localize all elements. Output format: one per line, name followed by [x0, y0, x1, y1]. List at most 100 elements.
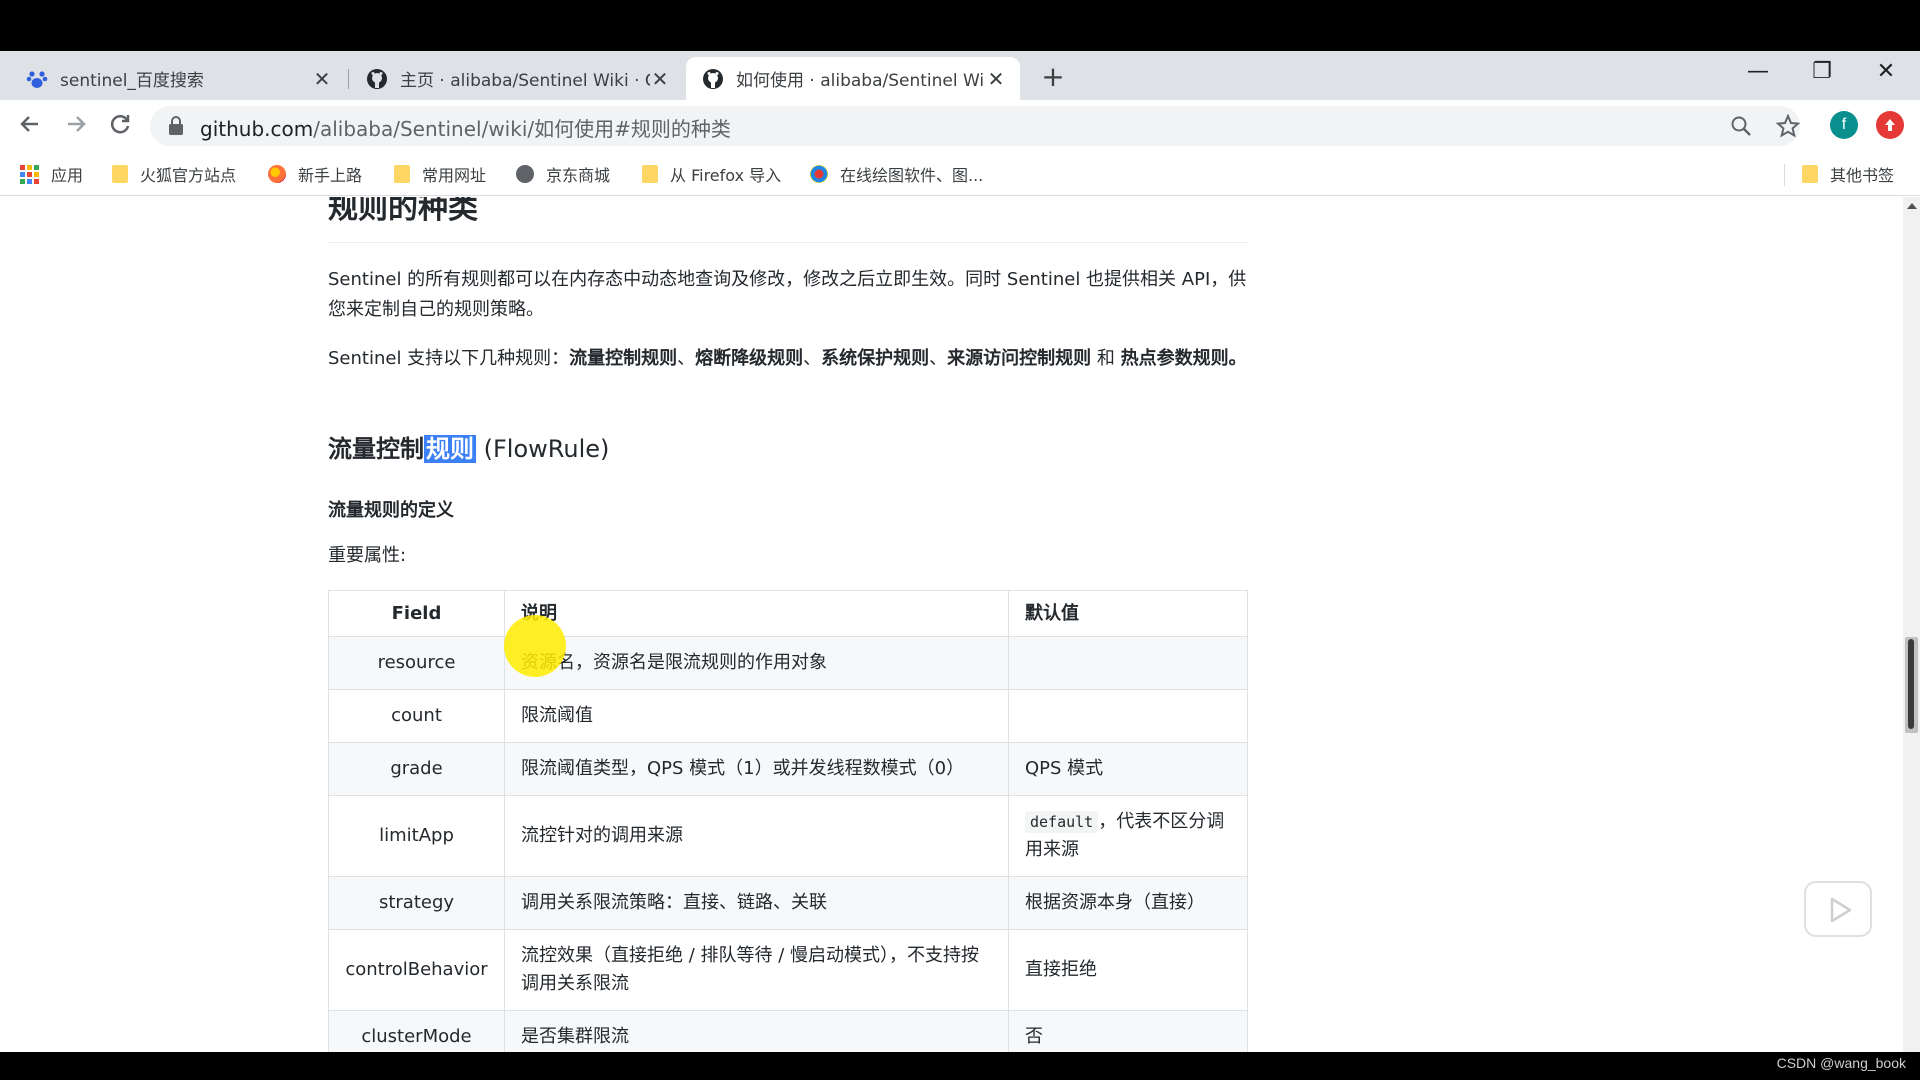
separator: 、: [677, 348, 696, 369]
bookmark-firefox-import[interactable]: 从 Firefox 导入: [642, 162, 781, 186]
conjunction: 和: [1091, 348, 1121, 369]
zoom-icon[interactable]: [1730, 115, 1752, 137]
rule-types-paragraph: Sentinel 支持以下几种规则：流量控制规则、熔断降级规则、系统保护规则、来…: [328, 344, 1248, 374]
tab-title: 主页 · alibaba/Sentinel Wiki · G: [400, 71, 650, 91]
close-icon[interactable]: ✕: [986, 67, 1006, 91]
rule-type: 热点参数规则: [1120, 348, 1229, 369]
bookmark-drawing-site[interactable]: 在线绘图软件、图...: [810, 162, 983, 186]
tab-sentinel-wiki-usage[interactable]: 如何使用 · alibaba/Sentinel Wi ✕: [686, 57, 1020, 100]
folder-icon: [112, 165, 128, 183]
bookmark-label: 从 Firefox 导入: [670, 166, 782, 185]
separator: 、: [803, 348, 822, 369]
folder-icon: [1802, 165, 1818, 183]
watermark: CSDN @wang_book: [1776, 1055, 1906, 1071]
default-cell: [1008, 636, 1248, 690]
address-bar[interactable]: github.com/alibaba/Sentinel/wiki/如何使用#规则…: [150, 106, 1800, 146]
description-cell: 流控针对的调用来源: [504, 795, 1009, 877]
forward-button[interactable]: [60, 110, 92, 142]
url-path: /alibaba/Sentinel/wiki/如何使用#规则的种类: [313, 117, 731, 141]
url-text[interactable]: github.com/alibaba/Sentinel/wiki/如何使用#规则…: [200, 113, 731, 142]
url-host: github.com: [200, 117, 314, 141]
bookmark-firefox-official[interactable]: 火狐官方站点: [112, 162, 236, 186]
description-cell: 调用关系限流策略：直接、链路、关联: [504, 876, 1009, 930]
tab-strip: sentinel_百度搜索 ✕ 主页 · alibaba/Sentinel Wi…: [0, 51, 1920, 100]
bookmark-label: 应用: [51, 166, 84, 185]
bookmark-apps[interactable]: 应用: [20, 162, 83, 186]
tab-title: sentinel_百度搜索: [60, 71, 204, 91]
default-cell: 否: [1008, 1010, 1248, 1052]
table-header-row: Field 说明 默认值: [328, 590, 1248, 637]
page-scrollbar[interactable]: [1903, 197, 1920, 1052]
default-cell: QPS 模式: [1008, 742, 1248, 796]
table-row: grade 限流阈值类型，QPS 模式（1）或并发线程数模式（0） QPS 模式: [328, 742, 1248, 796]
rule-type: 来源访问控制规则: [947, 348, 1092, 369]
field-cell: limitApp: [328, 795, 505, 877]
minimize-button[interactable]: —: [1738, 59, 1778, 84]
description-cell: 流控效果（直接拒绝 / 排队等待 / 慢启动模式），不支持按调用关系限流: [504, 929, 1009, 1011]
cursor-highlight-marker: [504, 615, 566, 677]
close-icon[interactable]: ✕: [312, 67, 332, 91]
header-field: Field: [328, 590, 505, 637]
video-play-button[interactable]: [1804, 881, 1872, 937]
flow-title-english: (FlowRule): [476, 435, 610, 463]
restore-button[interactable]: ❐: [1802, 59, 1842, 84]
profile-avatar[interactable]: f: [1830, 111, 1858, 139]
scroll-up-arrow-icon[interactable]: [1907, 203, 1917, 209]
tab-title: 如何使用 · alibaba/Sentinel Wi: [736, 71, 985, 91]
reload-button[interactable]: [104, 110, 136, 142]
arrow-left-icon: [20, 116, 38, 132]
bookmark-separator: [1784, 164, 1785, 186]
table-row: resource 资源名，资源名是限流规则的作用对象: [328, 636, 1248, 690]
bookmark-label: 在线绘图软件、图...: [840, 166, 984, 185]
default-cell: 根据资源本身（直接）: [1008, 876, 1248, 930]
header-description: 说明: [504, 590, 1009, 637]
default-cell: default ，代表不区分调用来源: [1008, 795, 1248, 877]
field-cell: count: [328, 689, 505, 743]
default-cell: [1008, 689, 1248, 743]
supports-prefix: Sentinel 支持以下几种规则：: [328, 348, 570, 369]
definition-heading: 流量规则的定义: [328, 500, 454, 521]
page-viewport: 规则的种类 Sentinel 的所有规则都可以在内存态中动态地查询及修改，修改之…: [0, 197, 1920, 1052]
field-cell: strategy: [328, 876, 505, 930]
field-cell: grade: [328, 742, 505, 796]
field-cell: resource: [328, 636, 505, 690]
tab-separator: [348, 69, 349, 89]
apps-grid-icon: [20, 164, 39, 184]
tab-sentinel-wiki-home[interactable]: 主页 · alibaba/Sentinel Wiki · G ✕: [350, 57, 684, 100]
tab-baidu-search[interactable]: sentinel_百度搜索 ✕: [10, 57, 346, 100]
bookmark-label: 常用网址: [422, 166, 487, 185]
window-close-button[interactable]: ✕: [1866, 59, 1906, 84]
bookmark-getting-started[interactable]: 新手上路: [268, 162, 362, 186]
github-icon: [367, 68, 387, 89]
folder-icon: [394, 165, 410, 183]
bookmark-star-icon[interactable]: [1776, 114, 1800, 138]
table-row: clusterMode 是否集群限流 否: [328, 1010, 1248, 1052]
bookmark-jd[interactable]: 京东商城: [516, 162, 610, 186]
selected-text: 规则: [424, 435, 476, 463]
bookmark-label: 火狐官方站点: [140, 166, 237, 185]
extension-icon[interactable]: [1876, 111, 1904, 139]
flow-rule-table: Field 说明 默认值 resource 资源名，资源名是限流规则的作用对象 …: [328, 590, 1248, 1052]
github-icon: [703, 68, 723, 89]
description-cell: 资源名，资源名是限流规则的作用对象: [504, 636, 1009, 690]
browser-toolbar: github.com/alibaba/Sentinel/wiki/如何使用#规则…: [0, 100, 1920, 152]
important-props-label: 重要属性:: [328, 545, 407, 566]
scroll-indicator: [1908, 639, 1914, 729]
section-title: 规则的种类: [328, 197, 1248, 243]
new-tab-button[interactable]: +: [1038, 63, 1068, 91]
bookmark-common-sites[interactable]: 常用网址: [394, 162, 486, 186]
video-letterbox-top: [0, 0, 1920, 51]
table-row: limitApp 流控针对的调用来源 default ，代表不区分调用来源: [328, 795, 1248, 877]
bookmark-label: 新手上路: [298, 166, 363, 185]
baidu-paw-icon: [26, 70, 48, 88]
reload-icon: [110, 115, 130, 134]
close-icon[interactable]: ✕: [650, 67, 670, 91]
video-letterbox-bottom: [0, 1052, 1920, 1080]
back-button[interactable]: [14, 110, 46, 142]
separator: 、: [929, 348, 948, 369]
rule-type: 系统保护规则: [821, 348, 930, 369]
table-row: count 限流阈值: [328, 689, 1248, 743]
intro-paragraph: Sentinel 的所有规则都可以在内存态中动态地查询及修改，修改之后立即生效。…: [328, 269, 1247, 320]
bookmark-other[interactable]: 其他书签: [1802, 162, 1894, 186]
description-cell: 是否集群限流: [504, 1010, 1009, 1052]
